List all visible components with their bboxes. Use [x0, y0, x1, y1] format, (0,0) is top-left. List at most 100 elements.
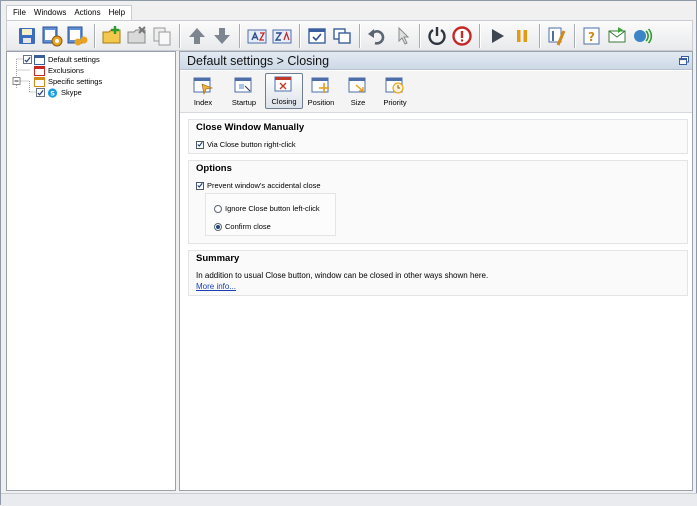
windows-icon	[333, 27, 351, 44]
toolbar-separator	[539, 23, 540, 48]
section-heading: Summary	[196, 253, 240, 264]
help-icon: ?	[583, 27, 600, 44]
toolbar-separator	[239, 23, 240, 48]
tab-label: Priority	[383, 98, 407, 107]
toolbar-separator	[179, 23, 180, 48]
app-window: File Windows Actions Help ? Default sett…	[0, 0, 697, 506]
startup-icon	[234, 77, 252, 93]
tree-item-exclusions[interactable]: Exclusions	[34, 65, 84, 76]
tree-item-label: Skype	[61, 88, 82, 97]
check-mark-icon	[24, 56, 31, 63]
remove-folder-button[interactable]	[125, 24, 149, 48]
info-icon	[634, 27, 653, 44]
toolbar-separator	[419, 23, 420, 48]
menu-file[interactable]: File	[9, 6, 30, 20]
tree-item-specific-settings[interactable]: Specific settings	[34, 76, 102, 87]
confirm-close-radio[interactable]	[214, 222, 222, 231]
section-heading: Close Window Manually	[196, 122, 305, 133]
ignore-left-click-option[interactable]: Ignore Close button left-click	[214, 204, 320, 213]
play-icon	[492, 28, 504, 43]
tab-startup[interactable]: Startup	[225, 73, 263, 109]
tab-index[interactable]: Index	[184, 73, 222, 109]
settings-a-icon	[42, 26, 63, 46]
mail-button[interactable]	[605, 24, 629, 48]
move-up-button[interactable]	[185, 24, 209, 48]
info-button[interactable]	[630, 24, 654, 48]
skype-icon: S	[47, 87, 58, 98]
tab-label: Closing	[271, 97, 297, 106]
tree-checkbox[interactable]	[36, 88, 45, 97]
stop-icon	[452, 25, 472, 46]
mail-icon	[608, 26, 626, 42]
tree-item-default-settings[interactable]: Default settings	[23, 54, 100, 65]
power-icon	[428, 26, 446, 45]
right-click-close-option[interactable]: Via Close button right-click	[196, 140, 296, 149]
arrow-up-icon	[189, 27, 205, 44]
menu-windows[interactable]: Windows	[30, 6, 70, 20]
index-icon	[193, 77, 214, 96]
prevent-close-option[interactable]: Prevent window's accidental close	[196, 181, 321, 190]
power-button[interactable]	[425, 24, 449, 48]
options-section: Options Prevent window's accidental clos…	[188, 160, 688, 244]
tab-size[interactable]: Size	[339, 73, 377, 109]
more-info-link[interactable]: More info...	[196, 282, 236, 291]
undo-button[interactable]	[365, 24, 389, 48]
option-label: Ignore Close button left-click	[225, 204, 320, 213]
tab-position[interactable]: Position	[302, 73, 340, 109]
status-bar	[1, 493, 697, 506]
tab-label: Size	[350, 98, 366, 107]
right-click-close-checkbox[interactable]	[196, 140, 204, 149]
save-icon	[19, 27, 35, 44]
restore-icon[interactable]	[679, 56, 689, 65]
prevent-close-checkbox[interactable]	[196, 181, 204, 190]
arrow-down-icon	[214, 27, 230, 44]
confirm-close-option[interactable]: Confirm close	[214, 222, 271, 231]
tree-item-skype[interactable]: S Skype	[36, 87, 82, 98]
settings-a-button[interactable]	[40, 24, 64, 48]
copy-button[interactable]	[150, 24, 174, 48]
menu-actions[interactable]: Actions	[70, 6, 104, 20]
tools-button[interactable]	[545, 24, 569, 48]
tree-item-label: Exclusions	[48, 66, 84, 75]
cursor-button[interactable]	[390, 24, 414, 48]
add-folder-button[interactable]	[100, 24, 124, 48]
ignore-left-click-radio[interactable]	[214, 204, 222, 213]
play-button[interactable]	[485, 24, 509, 48]
tab-label: Startup	[231, 98, 257, 107]
specific-settings-icon	[34, 76, 45, 87]
page-title: Default settings > Closing	[180, 52, 692, 70]
tab-label: Index	[193, 98, 213, 107]
check-window-icon	[308, 27, 326, 44]
summary-text: In addition to usual Close button, windo…	[196, 271, 489, 280]
windows-button[interactable]	[330, 24, 354, 48]
move-down-button[interactable]	[210, 24, 234, 48]
tab-closing[interactable]: Closing	[265, 73, 303, 109]
cursor-icon	[398, 26, 410, 45]
sort-a-icon	[247, 29, 267, 43]
sort-a-button[interactable]	[245, 24, 269, 48]
sort-z-button[interactable]	[270, 24, 294, 48]
settings-b-icon	[67, 26, 88, 45]
toolbar: ?	[6, 20, 693, 51]
stop-button[interactable]	[450, 24, 474, 48]
tree-item-label: Specific settings	[48, 77, 103, 86]
check-window-button[interactable]	[305, 24, 329, 48]
add-folder-icon	[102, 25, 121, 43]
settings-b-button[interactable]	[65, 24, 89, 48]
save-button[interactable]	[15, 24, 39, 48]
tab-priority[interactable]: Priority	[376, 73, 414, 109]
help-button[interactable]: ?	[580, 24, 604, 48]
tools-icon	[548, 27, 566, 46]
close-behavior-group: Ignore Close button left-click Confirm c…	[205, 193, 336, 236]
toolbar-separator	[359, 23, 360, 48]
tree-checkbox[interactable]	[23, 55, 32, 64]
menu-bar: File Windows Actions Help	[6, 5, 133, 20]
window-icon	[34, 54, 45, 65]
close-manually-section: Close Window Manually Via Close button r…	[188, 119, 688, 154]
size-icon	[348, 77, 366, 93]
pause-button[interactable]	[510, 24, 534, 48]
summary-section: Summary In addition to usual Close butto…	[188, 250, 688, 296]
settings-pane: Default settings > Closing Index Startup…	[179, 51, 693, 491]
sort-z-icon	[272, 29, 292, 43]
menu-help[interactable]: Help	[105, 6, 129, 20]
